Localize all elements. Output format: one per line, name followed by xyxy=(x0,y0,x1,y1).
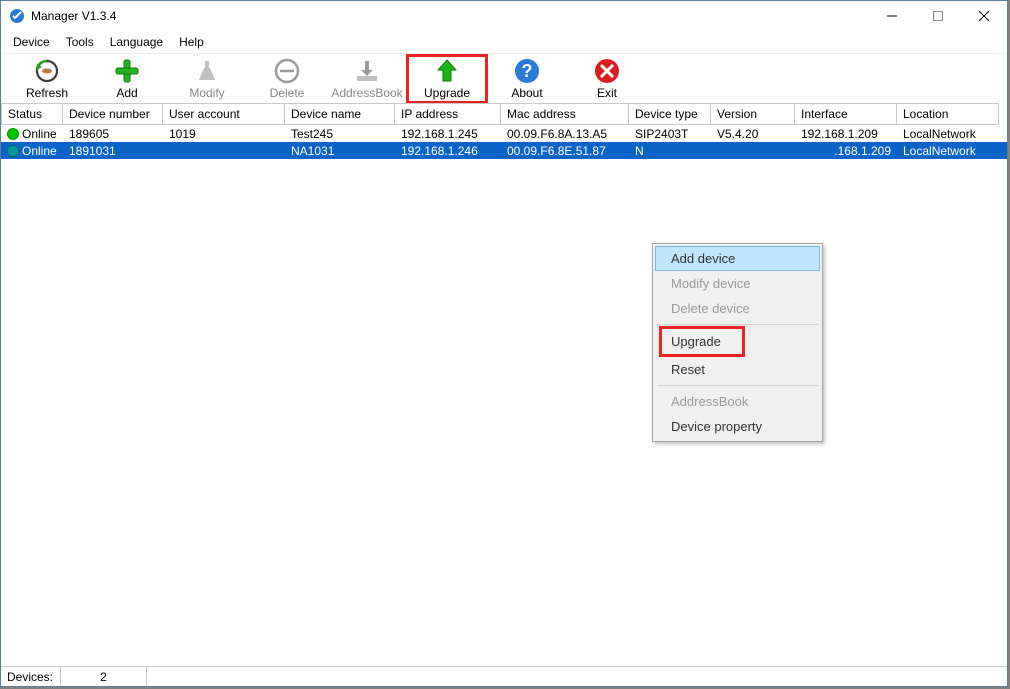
col-status[interactable]: Status xyxy=(1,103,63,125)
app-icon xyxy=(9,8,25,24)
device-grid: Status Device number User account Device… xyxy=(1,103,1007,663)
svg-text:?: ? xyxy=(522,61,533,81)
toolbar: Refresh Add Modify Delete AddressBook Up… xyxy=(1,53,1007,103)
col-type[interactable]: Device type xyxy=(629,103,711,125)
refresh-icon xyxy=(34,58,60,84)
brush-icon xyxy=(194,58,220,84)
menu-device[interactable]: Device xyxy=(5,33,58,51)
status-bar: Devices: 2 xyxy=(1,666,1007,686)
close-circle-icon xyxy=(594,58,620,84)
addressbook-button[interactable]: AddressBook xyxy=(327,55,407,103)
context-menu: Add device Modify device Delete device U… xyxy=(652,243,823,442)
cm-addressbook[interactable]: AddressBook xyxy=(655,389,820,414)
refresh-button[interactable]: Refresh xyxy=(7,55,87,103)
cm-reset[interactable]: Reset xyxy=(655,357,820,382)
cm-upgrade[interactable]: Upgrade xyxy=(661,328,743,355)
menu-bar: Device Tools Language Help xyxy=(1,31,1007,53)
window-title: Manager V1.3.4 xyxy=(31,9,869,23)
menu-help[interactable]: Help xyxy=(171,33,212,51)
col-mac[interactable]: Mac address xyxy=(501,103,629,125)
cm-separator xyxy=(657,324,818,325)
upgrade-button[interactable]: Upgrade xyxy=(407,55,487,103)
maximize-button[interactable] xyxy=(915,1,961,31)
col-iface[interactable]: Interface xyxy=(795,103,897,125)
status-count: 2 xyxy=(61,667,147,686)
minus-circle-icon xyxy=(274,58,300,84)
download-icon xyxy=(354,58,380,84)
modify-label: Modify xyxy=(189,86,224,100)
col-ip[interactable]: IP address xyxy=(395,103,501,125)
grid-header: Status Device number User account Device… xyxy=(1,103,1007,125)
cm-separator xyxy=(657,385,818,386)
add-button[interactable]: Add xyxy=(87,55,167,103)
menu-tools[interactable]: Tools xyxy=(58,33,102,51)
add-label: Add xyxy=(116,86,137,100)
question-icon: ? xyxy=(514,58,540,84)
about-label: About xyxy=(511,86,542,100)
col-devname[interactable]: Device name xyxy=(285,103,395,125)
app-window: Manager V1.3.4 Device Tools Language Hel… xyxy=(0,0,1008,687)
minimize-button[interactable] xyxy=(869,1,915,31)
col-ver[interactable]: Version xyxy=(711,103,795,125)
col-loc[interactable]: Location xyxy=(897,103,999,125)
exit-button[interactable]: Exit xyxy=(567,55,647,103)
status-dot-icon xyxy=(7,145,19,157)
delete-label: Delete xyxy=(270,86,305,100)
cm-add-device[interactable]: Add device xyxy=(655,246,820,271)
cm-modify-device[interactable]: Modify device xyxy=(655,271,820,296)
status-label: Devices: xyxy=(1,667,61,686)
table-row[interactable]: Online 189605 1019 Test245 192.168.1.245… xyxy=(1,125,1007,142)
modify-button[interactable]: Modify xyxy=(167,55,247,103)
table-row[interactable]: Online 1891031 NA1031 192.168.1.246 00.0… xyxy=(1,142,1007,159)
arrow-up-icon xyxy=(434,58,460,84)
upgrade-label: Upgrade xyxy=(424,86,470,100)
refresh-label: Refresh xyxy=(26,86,68,100)
addressbook-label: AddressBook xyxy=(331,86,402,100)
status-dot-icon xyxy=(7,128,19,140)
exit-label: Exit xyxy=(597,86,617,100)
close-button[interactable] xyxy=(961,1,1007,31)
cm-device-property[interactable]: Device property xyxy=(655,414,820,439)
cm-delete-device[interactable]: Delete device xyxy=(655,296,820,321)
about-button[interactable]: ? About xyxy=(487,55,567,103)
delete-button[interactable]: Delete xyxy=(247,55,327,103)
col-user[interactable]: User account xyxy=(163,103,285,125)
plus-icon xyxy=(114,58,140,84)
col-devnum[interactable]: Device number xyxy=(63,103,163,125)
title-bar: Manager V1.3.4 xyxy=(1,1,1007,31)
menu-language[interactable]: Language xyxy=(102,33,171,51)
